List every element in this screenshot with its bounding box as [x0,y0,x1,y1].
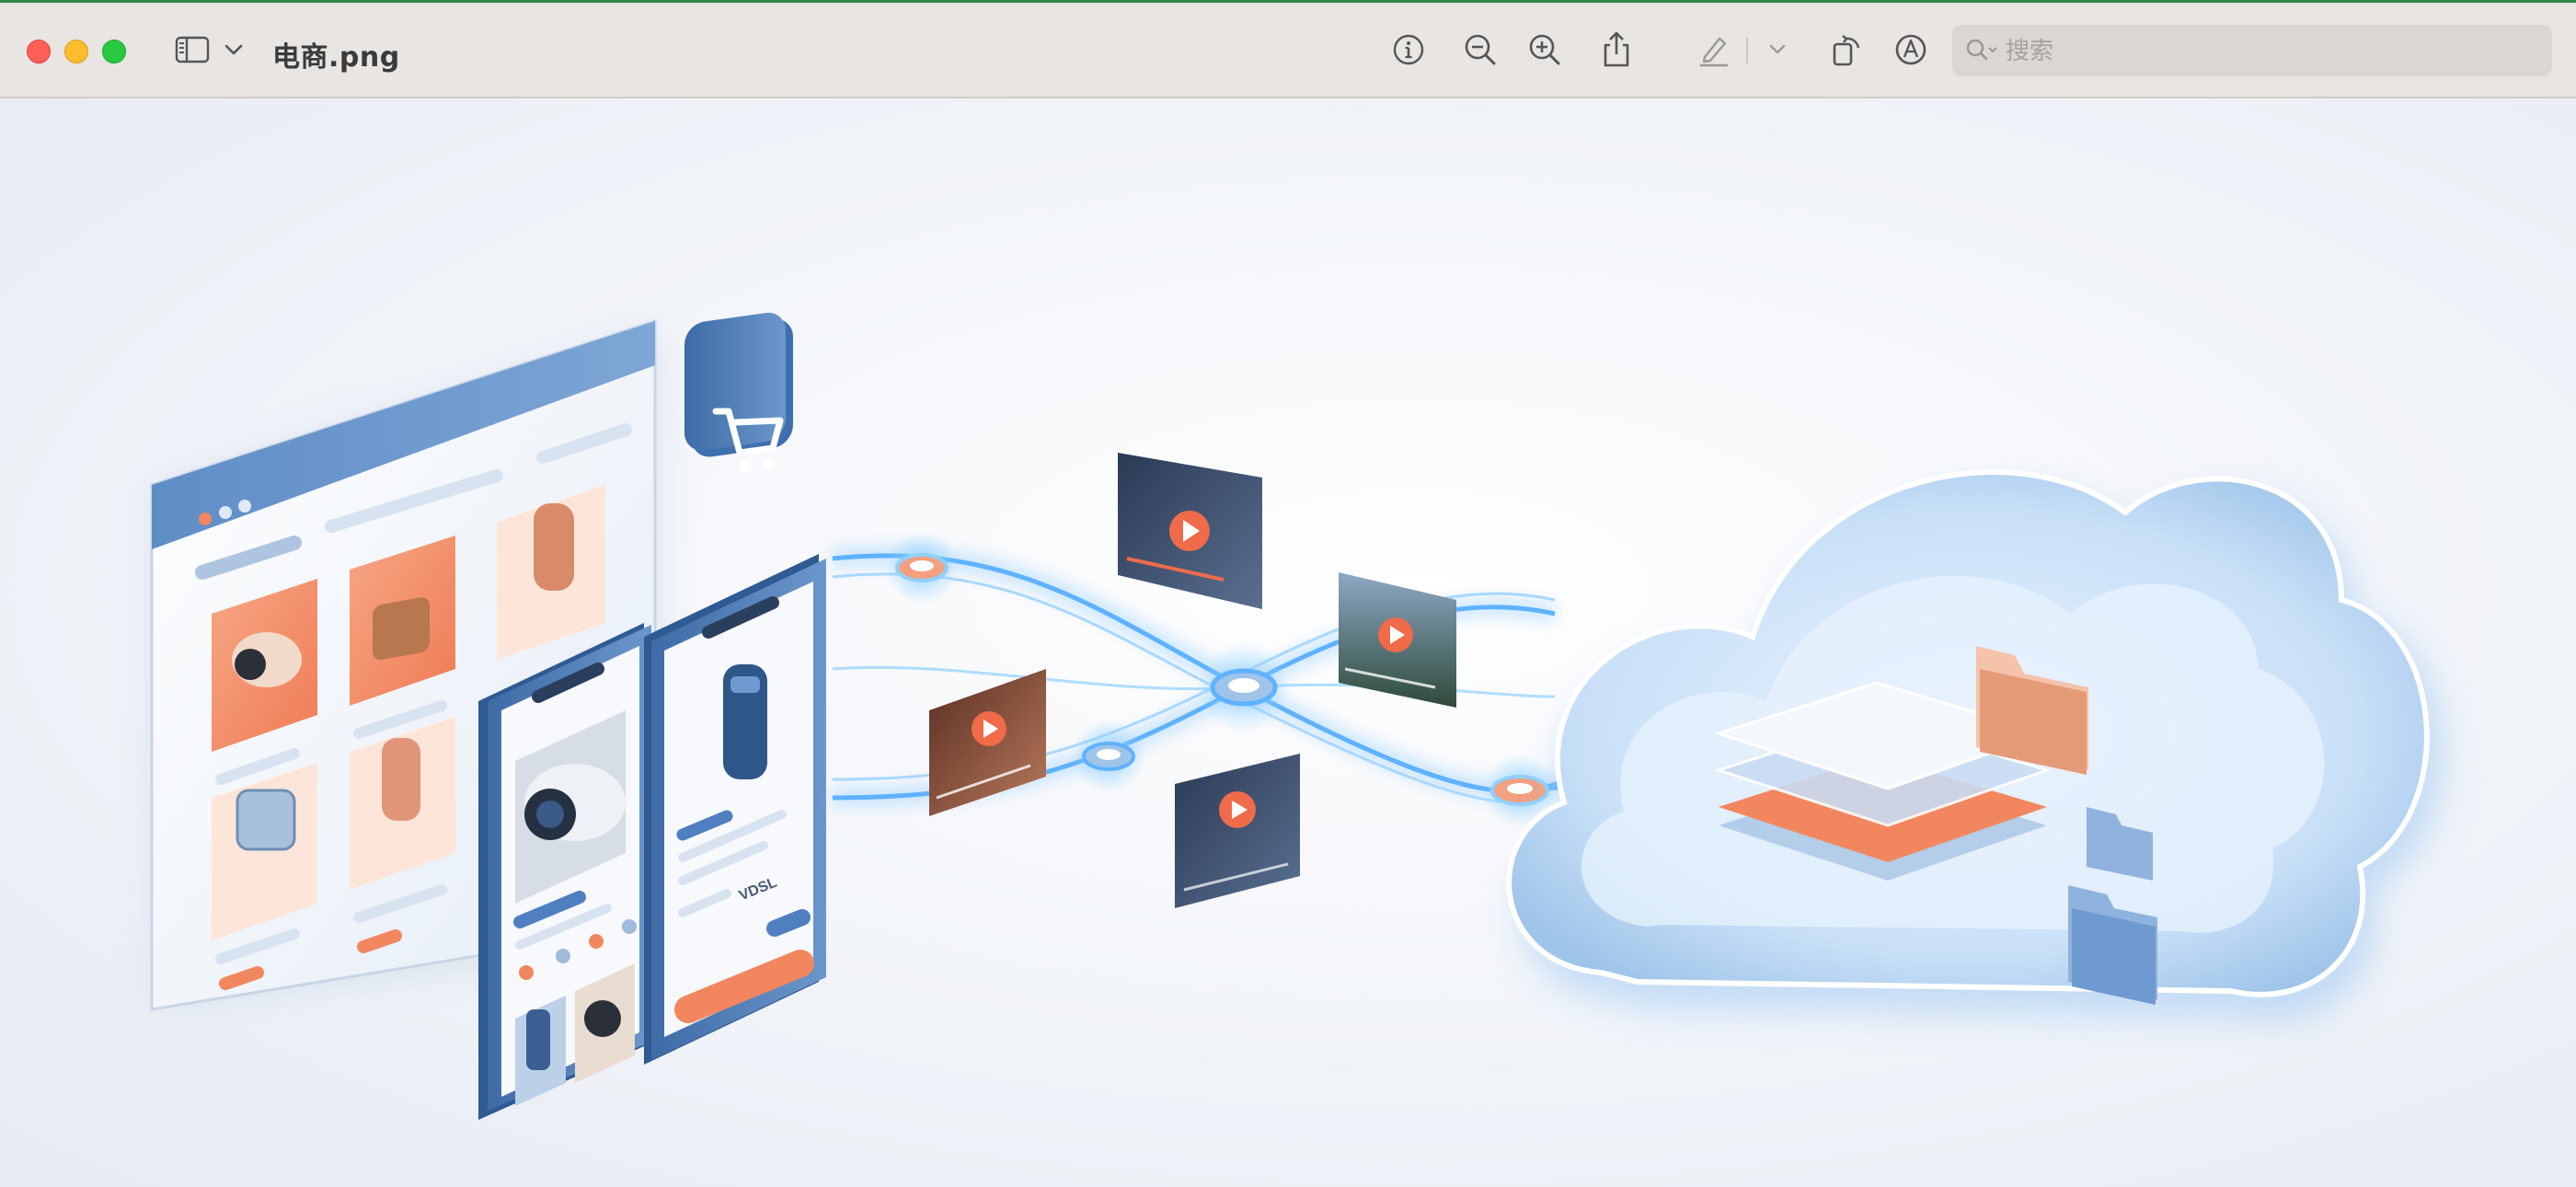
close-button[interactable] [27,40,51,63]
video-card-bottom [1175,754,1300,908]
phone-mockup-right: VDSL [644,554,826,1065]
image-canvas: VDSL [0,98,2576,1187]
zoom-out-icon[interactable] [1459,29,1501,71]
minimize-button[interactable] [64,40,88,63]
cloud-storage [1506,469,2444,1022]
phone-mockup-left [478,623,651,1120]
search-icon [1965,38,2000,68]
document-title: 电商.png [272,41,400,74]
search-input[interactable] [2004,34,2523,69]
ecommerce-cloud-illustration: VDSL [150,312,2444,1120]
video-card-right [1339,572,1456,708]
rotate-icon[interactable] [1825,29,1868,71]
video-card-left [929,669,1046,816]
highlight-pen-icon[interactable] [1693,29,1735,71]
toolbar-divider [1746,38,1748,63]
share-icon[interactable] [1595,29,1638,71]
video-card-top [1118,453,1262,609]
info-icon[interactable] [1387,29,1430,71]
chevron-down-icon[interactable] [217,29,250,71]
maximize-button[interactable] [102,40,126,63]
toolbar: 电商.png [0,3,2576,98]
sidebar-icon[interactable] [171,29,213,71]
cart-badge-icon [684,312,793,473]
markup-icon[interactable] [1890,29,1932,71]
preview-window: 电商.png 搜索 VDSL [0,0,2576,1187]
search-field[interactable] [1952,25,2552,76]
zoom-in-icon[interactable] [1524,29,1566,71]
chevron-down-icon[interactable] [1759,29,1796,71]
